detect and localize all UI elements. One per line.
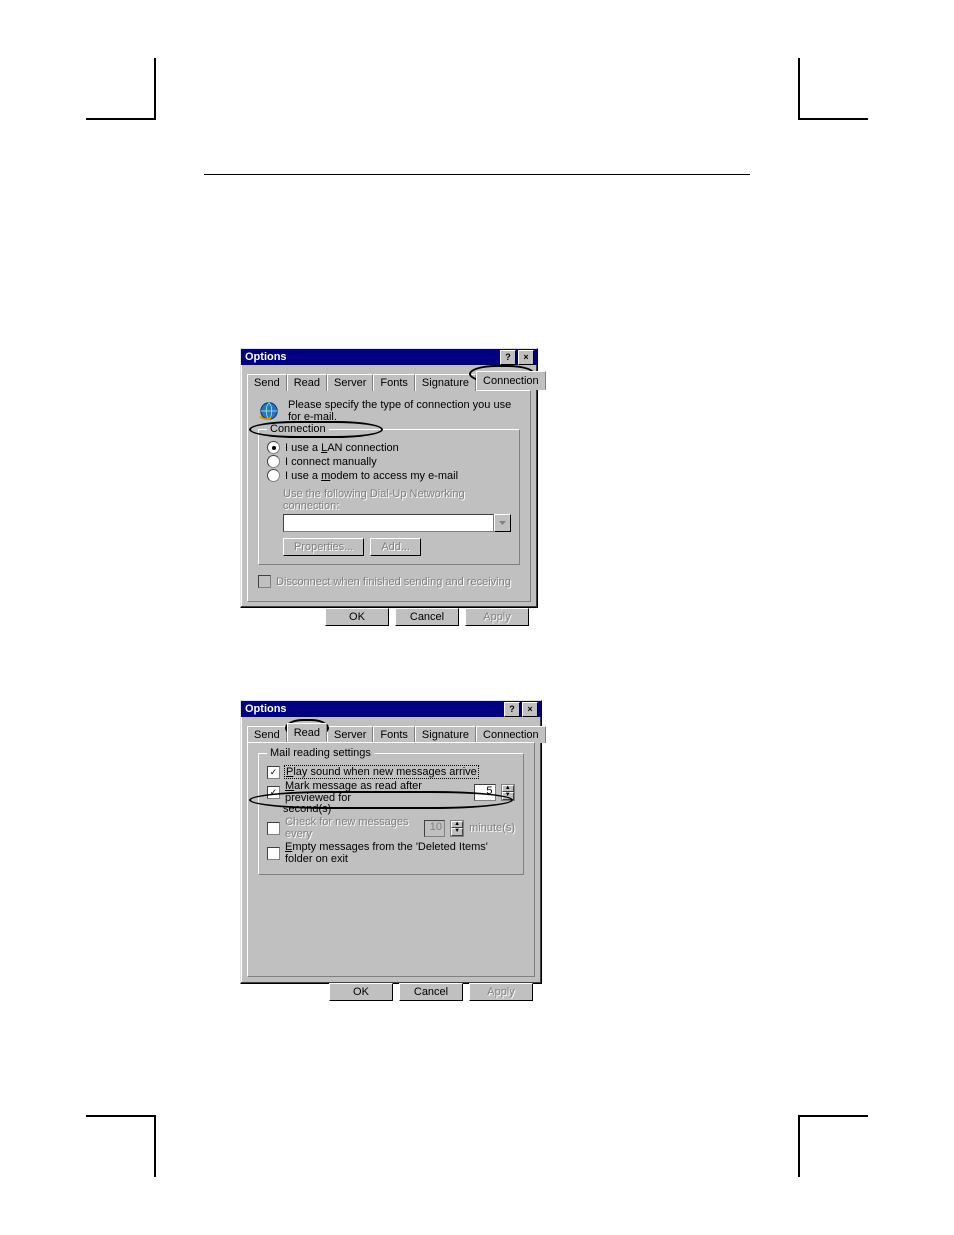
radio-lan-row[interactable]: I use a LAN connection	[267, 441, 511, 454]
dialup-combo-input	[283, 514, 494, 532]
help-icon[interactable]: ?	[500, 350, 516, 365]
window-title: Options	[245, 703, 287, 715]
dialog-buttons: OK Cancel Apply	[241, 602, 537, 632]
radio-modem-label: I use a modem to access my e-mail	[285, 470, 458, 482]
options-dialog-connection: Options ? × Send Read Server Fonts Signa…	[240, 348, 538, 608]
check-new-unit: minute(s)	[469, 822, 515, 834]
radio-lan-label: I use a LAN connection	[285, 442, 399, 454]
add-button: Add...	[370, 538, 421, 556]
apply-button: Apply	[465, 608, 529, 626]
empty-deleted-label: Empty messages from the 'Deleted Items' …	[285, 841, 515, 865]
radio-manual-row[interactable]: I connect manually	[267, 455, 511, 468]
properties-button: Properties...	[283, 538, 364, 556]
crop-mark	[798, 1115, 800, 1177]
help-icon[interactable]: ?	[504, 702, 520, 717]
radio-modem-row[interactable]: I use a modem to access my e-mail	[267, 469, 511, 482]
crop-mark	[86, 118, 156, 120]
tab-signature[interactable]: Signature	[415, 374, 476, 391]
mail-reading-group: Mail reading settings Play sound when ne…	[258, 753, 524, 875]
title-bar: Options ? ×	[241, 701, 541, 717]
header-rule	[204, 174, 750, 175]
apply-button: Apply	[469, 983, 533, 1001]
mark-seconds-field[interactable]: 5	[474, 784, 496, 801]
close-icon[interactable]: ×	[522, 702, 538, 717]
header-text: Please specify the type of connection yo…	[288, 399, 520, 423]
radio-manual[interactable]	[267, 455, 280, 468]
checkbox-disconnect	[258, 575, 271, 588]
window-title: Options	[245, 351, 287, 363]
check-new-label: Check for new messages every	[285, 816, 419, 840]
mark-read-row[interactable]: Mark message as read after previewed for…	[267, 780, 515, 804]
tab-send[interactable]: Send	[247, 374, 287, 391]
dialup-label: Use the following Dial-Up Networking con…	[283, 488, 511, 512]
ok-button[interactable]: OK	[329, 983, 393, 1001]
checkbox-empty-deleted[interactable]	[267, 847, 280, 860]
close-icon[interactable]: ×	[518, 350, 534, 365]
cancel-button[interactable]: Cancel	[395, 608, 459, 626]
crop-mark	[154, 58, 156, 120]
radio-manual-label: I connect manually	[285, 456, 377, 468]
tab-server[interactable]: Server	[327, 374, 373, 391]
mark-read-label: Mark message as read after previewed for	[285, 780, 469, 804]
tab-read[interactable]: Read	[287, 374, 327, 391]
tab-connection[interactable]: Connection	[476, 726, 546, 743]
tab-server[interactable]: Server	[327, 726, 373, 743]
globe-icon	[258, 400, 280, 422]
play-sound-row[interactable]: Play sound when new messages arrive	[267, 765, 515, 779]
crop-mark	[154, 1115, 156, 1177]
disconnect-row[interactable]: Disconnect when finished sending and rec…	[258, 575, 520, 588]
play-sound-label: Play sound when new messages arrive	[284, 765, 479, 779]
dropdown-icon	[494, 514, 511, 532]
tab-page-connection: Please specify the type of connection yo…	[247, 390, 531, 602]
check-minutes-stepper: ▲▼	[450, 820, 464, 837]
options-dialog-read: Options ? × Send Read Server Fonts Signa…	[240, 700, 542, 984]
check-new-row[interactable]: Check for new messages every 10 ▲▼ minut…	[267, 816, 515, 840]
empty-deleted-row[interactable]: Empty messages from the 'Deleted Items' …	[267, 841, 515, 865]
tab-strip: Send Read Server Fonts Signature Connect…	[247, 723, 535, 742]
tab-page-read: Mail reading settings Play sound when ne…	[247, 742, 535, 977]
check-minutes-field: 10	[424, 820, 445, 837]
mark-seconds-stepper[interactable]: ▲▼	[501, 784, 515, 801]
tab-read[interactable]: Read	[287, 723, 327, 742]
tab-fonts[interactable]: Fonts	[373, 374, 415, 391]
tab-fonts[interactable]: Fonts	[373, 726, 415, 743]
disconnect-label: Disconnect when finished sending and rec…	[276, 576, 511, 588]
radio-modem[interactable]	[267, 469, 280, 482]
dialup-combo	[283, 514, 511, 532]
cancel-button[interactable]: Cancel	[399, 983, 463, 1001]
tab-send[interactable]: Send	[247, 726, 287, 743]
connection-group: Connection I use a LAN connection I conn…	[258, 429, 520, 565]
dialog-buttons: OK Cancel Apply	[241, 977, 541, 1007]
tab-strip: Send Read Server Fonts Signature Connect…	[247, 371, 531, 390]
ok-button[interactable]: OK	[325, 608, 389, 626]
group-legend: Connection	[267, 423, 329, 435]
mark-read-unit: second(s)	[283, 803, 331, 815]
tab-connection[interactable]: Connection	[476, 371, 546, 390]
tab-signature[interactable]: Signature	[415, 726, 476, 743]
document-page: Options ? × Send Read Server Fonts Signa…	[0, 0, 954, 1235]
radio-lan[interactable]	[267, 441, 280, 454]
title-bar: Options ? ×	[241, 349, 537, 365]
checkbox-play-sound[interactable]	[267, 766, 280, 779]
checkbox-check-new[interactable]	[267, 822, 280, 835]
crop-mark	[798, 58, 800, 120]
crop-mark	[86, 1115, 156, 1117]
crop-mark	[798, 1115, 868, 1117]
checkbox-mark-read[interactable]	[267, 786, 280, 799]
crop-mark	[798, 118, 868, 120]
group-legend: Mail reading settings	[267, 747, 374, 759]
